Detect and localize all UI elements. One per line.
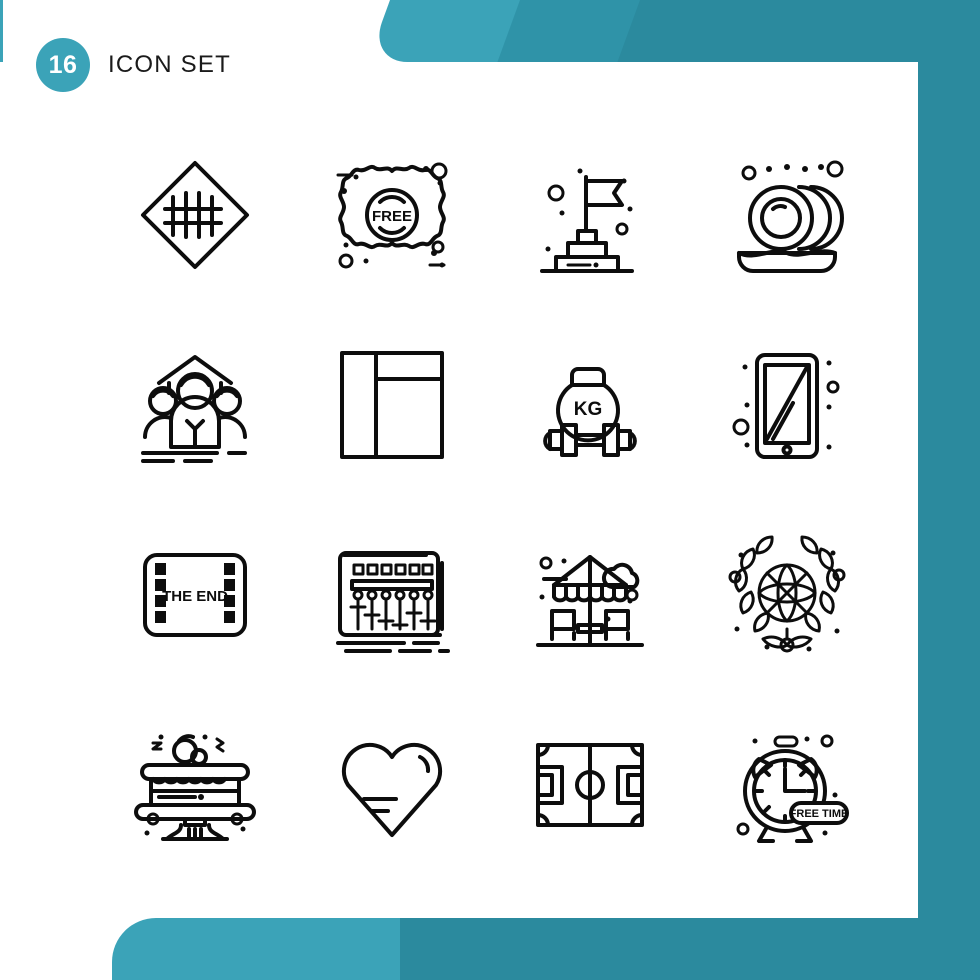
page-title: Icon Set	[108, 51, 231, 78]
alarm-clock-icon: FREE TIME	[736, 734, 850, 843]
top-right-shape-light	[367, 0, 690, 62]
icon-cell-7[interactable]: KG	[491, 310, 689, 500]
icon-cell-9[interactable]: THE END	[96, 500, 294, 690]
stacked-plates-icon	[737, 160, 845, 273]
icon-grid: FREE KG THE END FREE TIME	[96, 120, 886, 880]
icon-cell-15[interactable]	[491, 690, 689, 880]
icon-cell-13[interactable]	[96, 690, 294, 880]
icon-cell-2[interactable]: FREE	[294, 120, 492, 310]
tablet-device-icon	[732, 353, 840, 459]
patio-umbrella-icon	[535, 555, 644, 647]
icon-cell-1[interactable]	[96, 120, 294, 310]
icon-count-badge: 16	[36, 38, 90, 92]
icon-cell-11[interactable]	[491, 500, 689, 690]
free-badge-icon: FREE	[336, 162, 448, 269]
soccer-field-icon	[535, 743, 644, 827]
the-end-label: THE END	[162, 588, 228, 605]
film-the-end-icon: THE END	[142, 553, 247, 637]
cake-stand-icon	[133, 734, 256, 841]
top-right-shape-dark	[617, 0, 980, 62]
icon-cell-10[interactable]	[294, 500, 492, 690]
basketball-wreath-icon	[728, 535, 846, 653]
kg-dumbbell-icon: KG	[542, 367, 637, 457]
layout-grid-icon	[340, 351, 445, 459]
page-header: 16 Icon Set	[36, 38, 231, 92]
bottom-left-shape-light	[112, 918, 402, 980]
icon-cell-8[interactable]	[689, 310, 887, 500]
flag-podium-icon	[539, 168, 634, 273]
fence-diamond-icon	[140, 161, 249, 269]
icon-cell-5[interactable]	[96, 310, 294, 500]
kg-weight-label: KG	[574, 399, 603, 420]
heart-icon	[342, 742, 443, 837]
free-time-label: FREE TIME	[790, 808, 849, 820]
icon-cell-14[interactable]	[294, 690, 492, 880]
bottom-left-shape-dark	[400, 918, 980, 980]
icon-cell-6[interactable]	[294, 310, 492, 500]
icon-set-page: 16 Icon Set FREE	[0, 0, 980, 980]
left-accent-sliver	[0, 0, 3, 62]
free-badge-label: FREE	[372, 208, 412, 225]
right-edge-bar	[918, 0, 980, 980]
icon-cell-4[interactable]	[689, 120, 887, 310]
icon-cell-12[interactable]	[689, 500, 887, 690]
team-group-icon	[140, 355, 247, 463]
icon-cell-3[interactable]	[491, 120, 689, 310]
audio-mixer-icon	[336, 551, 451, 653]
icon-cell-16[interactable]: FREE TIME	[689, 690, 887, 880]
top-right-shape-mid	[497, 0, 780, 62]
